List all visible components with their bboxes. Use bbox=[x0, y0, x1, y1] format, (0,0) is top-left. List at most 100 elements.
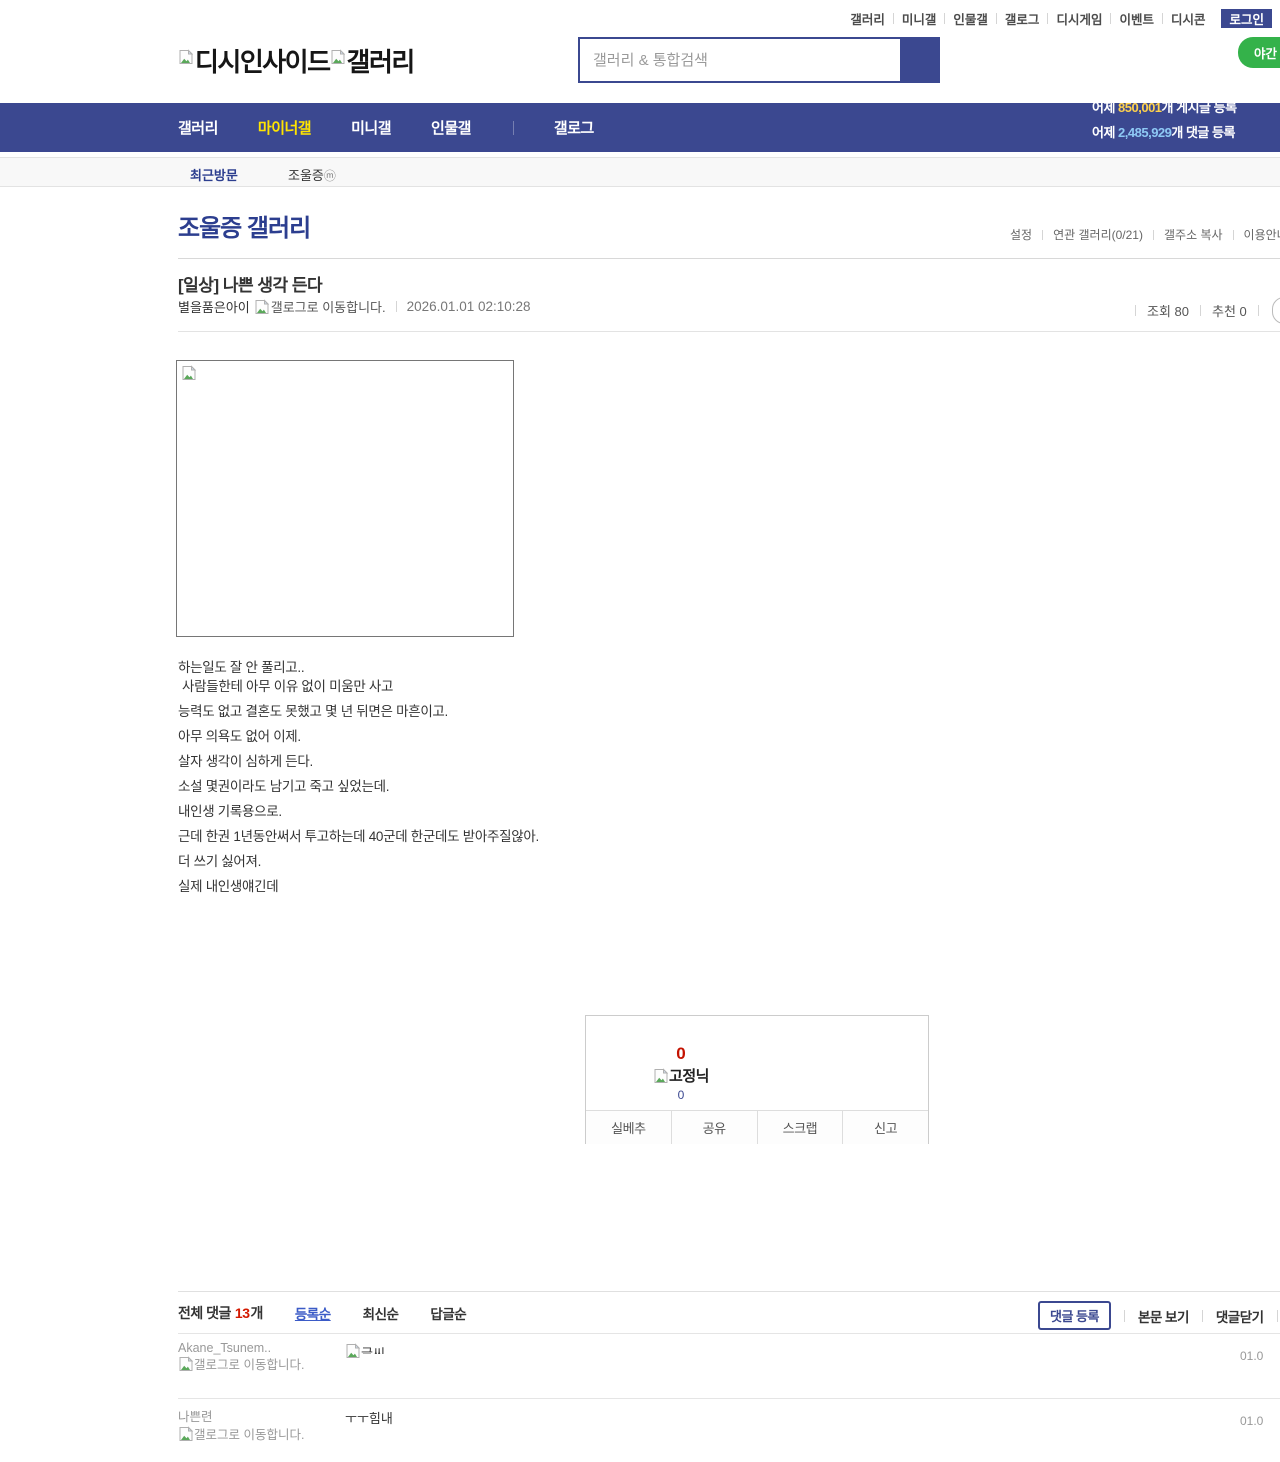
nav-item-persongal[interactable]: 인물갤 bbox=[431, 117, 471, 138]
logo-text-dcinside: 디시인사이드 bbox=[195, 47, 331, 77]
broken-image-icon bbox=[254, 299, 270, 315]
comments-header-right: 댓글 등록 본문 보기 댓글닫기 bbox=[1038, 1301, 1280, 1330]
top-link-gallog[interactable]: 갤로그 bbox=[997, 9, 1048, 28]
comment-row: Akane_Tsunem.. 갤로그로 이동합니다. 글씨 01.0 bbox=[178, 1341, 1280, 1397]
report-button[interactable]: 신고 bbox=[842, 1111, 928, 1144]
recommend-cluster[interactable]: 0 고정닉 0 bbox=[631, 1044, 731, 1102]
night-mode-button[interactable]: 야간 모드 bbox=[1238, 37, 1280, 68]
gallery-title[interactable]: 조울증 갤러리 bbox=[178, 208, 311, 243]
body-line: 더 쓰기 싫어져. bbox=[178, 854, 262, 869]
recent-visit-gallery[interactable]: 조울증ⓜ bbox=[288, 165, 336, 184]
broken-image-icon bbox=[178, 49, 194, 65]
top-link-dccon[interactable]: 디시콘 bbox=[1163, 9, 1214, 28]
body-line: 소설 몇권이라도 남기고 죽고 싶었는데. bbox=[178, 779, 390, 794]
post-date: 2026.01.01 02:10:28 bbox=[406, 299, 531, 314]
comments-count: 13 bbox=[234, 1305, 250, 1321]
top-link-event[interactable]: 이벤트 bbox=[1111, 9, 1162, 28]
copy-gallery-url-link[interactable]: 갤주소 복사 bbox=[1154, 226, 1233, 243]
nav-item-minigal[interactable]: 미니갤 bbox=[351, 117, 391, 138]
body-line: 사람들한테 아무 이유 없이 미움만 사고 bbox=[182, 679, 394, 694]
search-box bbox=[578, 37, 940, 83]
comment-author-nickname[interactable]: Akane_Tsunem.. bbox=[178, 1341, 328, 1355]
divider bbox=[1276, 1309, 1278, 1322]
post-title: [일상] 나쁜 생각 든다 bbox=[178, 276, 323, 295]
nav-item-gallog[interactable]: 갤로그 bbox=[554, 117, 594, 138]
site-stats: 어제 850,001개 게시글 등록 어제 2,485,929개 댓글 등록 bbox=[1092, 103, 1280, 145]
minor-gallery-badge: ⓜ bbox=[323, 169, 336, 183]
up-vote-count: 0 bbox=[676, 1044, 686, 1063]
divider bbox=[1135, 305, 1136, 316]
gallery-settings-link[interactable]: 설정 bbox=[1000, 226, 1042, 243]
stat-comments: 어제 2,485,929개 댓글 등록 bbox=[1092, 125, 1235, 140]
body-line: 내인생 기록용으로. bbox=[178, 804, 282, 819]
top-link-minigal[interactable]: 미니갤 bbox=[894, 9, 945, 28]
scrap-button[interactable]: 스크랩 bbox=[756, 1111, 843, 1144]
comment-content: ㅜㅜ힘내 bbox=[345, 1408, 393, 1427]
comment-text: 글씨 bbox=[361, 1346, 385, 1354]
comment-author-gallog[interactable]: 갤로그로 이동합니다. bbox=[178, 1356, 318, 1373]
body-line: 살자 생각이 심하게 든다. bbox=[178, 754, 314, 769]
body-line: 근데 한권 1년동안써서 투고하는데 40군데 한군데도 받아주질않아. bbox=[178, 829, 539, 844]
comment-author-gallog[interactable]: 갤로그로 이동합니다. bbox=[178, 1426, 318, 1443]
share-button[interactable]: 공유 bbox=[670, 1111, 757, 1144]
top-link-dcgame[interactable]: 디시게임 bbox=[1048, 9, 1110, 28]
sort-registered[interactable]: 등록순 bbox=[295, 1303, 331, 1323]
nav-items: 갤러리 마이너갤 미니갤 인물갤 갤로그 bbox=[178, 103, 634, 152]
divider bbox=[1123, 1309, 1125, 1322]
divider bbox=[178, 1333, 1280, 1334]
sort-newest[interactable]: 최신순 bbox=[363, 1303, 399, 1323]
body-line: 능력도 없고 결혼도 못했고 몇 년 뒤면은 마흔이고. bbox=[178, 704, 449, 719]
post-author-row: 별을품은아이 갤로그로 이동합니다. 2026.01.01 02:10:28 bbox=[178, 297, 531, 316]
divider bbox=[178, 1291, 1280, 1292]
broken-image-icon bbox=[178, 1356, 194, 1372]
search-button[interactable] bbox=[900, 39, 938, 81]
view-post-link[interactable]: 본문 보기 bbox=[1138, 1306, 1189, 1326]
body-line: 아무 의욕도 없어 이제. bbox=[178, 729, 301, 744]
logo-text-gallery: 갤러리 bbox=[346, 47, 416, 77]
post-meta: 조회 80 추천 0 댓글 13 bbox=[1124, 297, 1280, 324]
divider bbox=[1201, 1309, 1203, 1322]
broken-image-icon bbox=[653, 1068, 669, 1084]
comments-header: 전체 댓글 13개 등록순 최신순 답글순 댓글 등록 본문 보기 댓글닫기 bbox=[178, 1301, 1280, 1330]
stat-posts: 어제 850,001개 게시글 등록 bbox=[1092, 103, 1237, 115]
sort-replies[interactable]: 답글순 bbox=[430, 1303, 466, 1323]
recent-visit-bar: 최근방문 조울증ⓜ bbox=[0, 157, 1280, 187]
recent-visit-label: 최근방문 bbox=[190, 168, 238, 183]
post-body: 하는일도 잘 안 풀리고.. 사람들한테 아무 이유 없이 미움만 사고 능력도… bbox=[178, 660, 1078, 904]
broken-image-icon bbox=[330, 49, 346, 65]
usage-guide-link[interactable]: 이용안내 bbox=[1234, 226, 1280, 243]
recommend-top: 0 고정닉 0 bbox=[586, 1016, 928, 1110]
comment-content: 글씨 bbox=[345, 1343, 385, 1359]
search-input[interactable] bbox=[580, 39, 900, 81]
view-count: 조회 80 bbox=[1147, 304, 1189, 319]
nav-item-minorgal[interactable]: 마이너갤 bbox=[258, 117, 312, 138]
divider bbox=[178, 1398, 1280, 1399]
nav-item-gallery[interactable]: 갤러리 bbox=[178, 117, 218, 138]
author-gallog-link[interactable]: 갤로그로 이동합니다. bbox=[271, 297, 386, 316]
body-line: 실제 내인생얘긴데 bbox=[178, 879, 279, 894]
comment-text: ㅜㅜ힘내 bbox=[345, 1411, 393, 1426]
silbechu-button[interactable]: 실베추 bbox=[586, 1111, 671, 1144]
comment-register-button[interactable]: 댓글 등록 bbox=[1038, 1301, 1111, 1330]
broken-image-icon bbox=[345, 1343, 361, 1359]
post-image-placeholder bbox=[176, 360, 514, 637]
comment-author: 나쁜련 갤로그로 이동합니다. bbox=[178, 1406, 328, 1443]
comment-count-pill[interactable]: 댓글 13 bbox=[1271, 297, 1280, 324]
divider bbox=[1200, 305, 1201, 316]
post-author-nickname[interactable]: 별을품은아이 bbox=[178, 297, 250, 316]
main-nav: 갤러리 마이너갤 미니갤 인물갤 갤로그 어제 850,001개 게시글 등록 … bbox=[0, 103, 1280, 152]
login-button[interactable]: 로그인 bbox=[1221, 9, 1272, 28]
gallery-links: 설정 연관 갤러리(0/21) 갤주소 복사 이용안내 bbox=[1000, 226, 1280, 243]
fixed-nick-count: 0 bbox=[677, 1088, 685, 1102]
related-galleries-link[interactable]: 연관 갤러리(0/21) bbox=[1043, 226, 1153, 243]
close-comments-link[interactable]: 댓글닫기 bbox=[1216, 1306, 1264, 1326]
comments-total: 전체 댓글 13개 bbox=[178, 1305, 263, 1321]
comment-date: 01.0 bbox=[1240, 1349, 1264, 1363]
site-logo[interactable]: 디시인사이드 갤러리 bbox=[178, 42, 416, 79]
top-link-gallery[interactable]: 갤러리 bbox=[842, 9, 893, 28]
broken-image-icon bbox=[181, 365, 197, 381]
top-link-bar: 갤러리 미니갤 인물갤 갤로그 디시게임 이벤트 디시콘 로그인 bbox=[842, 9, 1272, 28]
comment-author-nickname[interactable]: 나쁜련 bbox=[178, 1406, 328, 1425]
top-link-persongal[interactable]: 인물갤 bbox=[945, 9, 996, 28]
broken-image-icon bbox=[178, 1426, 194, 1442]
